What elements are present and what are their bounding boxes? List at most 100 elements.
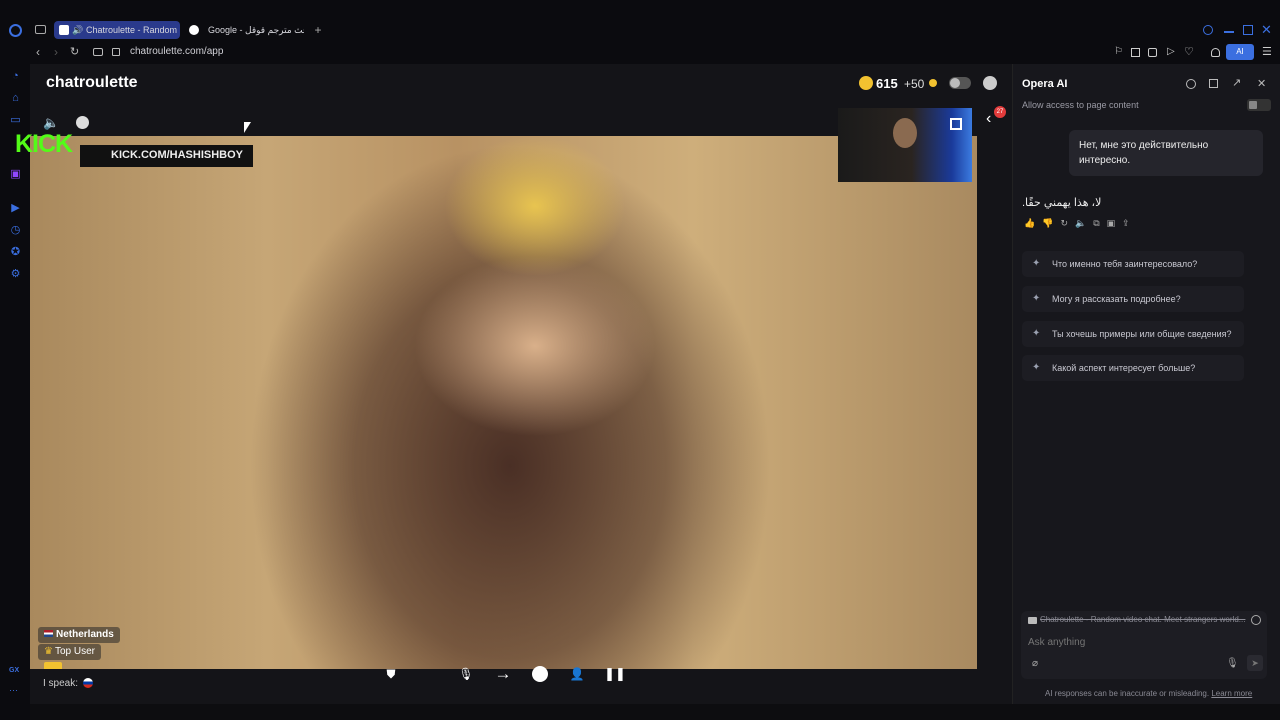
notification-badge: 27 bbox=[994, 106, 1006, 118]
voice-input-icon[interactable]: 🎙 bbox=[1226, 658, 1239, 669]
opera-ai-panel: Opera AI ↗ ✕ Allow access to page conten… bbox=[1012, 64, 1280, 704]
sidebar-messenger-icon[interactable]: ▭ bbox=[9, 114, 22, 127]
netherlands-flag-icon bbox=[44, 630, 53, 637]
wallet-icon[interactable] bbox=[1211, 48, 1220, 57]
bookmark-icon[interactable]: ⚐ bbox=[1114, 46, 1123, 57]
ai-button[interactable]: AI bbox=[1226, 44, 1254, 60]
page-access-label: Allow access to page content bbox=[1022, 100, 1139, 110]
thumbs-up-icon[interactable]: 👍 bbox=[1024, 218, 1042, 228]
context-info-icon[interactable] bbox=[1251, 615, 1261, 625]
level-badge-icon bbox=[44, 662, 62, 669]
address-bar: ‹ › ↻ chatroulette.com/app ⚐ ▷ ♡ AI ☰ bbox=[30, 42, 1280, 64]
partner-country: Netherlands bbox=[56, 629, 114, 640]
report-shield-button[interactable]: ⛊ bbox=[384, 667, 398, 681]
maximize-icon[interactable] bbox=[1243, 25, 1253, 35]
camera-icon[interactable] bbox=[93, 48, 103, 56]
search-tabs-icon[interactable] bbox=[1203, 25, 1213, 35]
suggestion-text: Могу я рассказать подробнее? bbox=[1052, 294, 1181, 304]
ai-ask-input[interactable] bbox=[1028, 633, 1228, 651]
sidebar-extensions-icon[interactable]: ✪ bbox=[9, 246, 22, 259]
pause-button[interactable]: ❚❚ bbox=[604, 666, 626, 682]
suggestion-chip[interactable]: ✦ Могу я рассказать подробнее? bbox=[1022, 286, 1244, 312]
image-icon[interactable]: ▣ bbox=[1107, 218, 1123, 228]
browser-tab-bar: 🔊 Chatroulette - Random Google - بحث متر… bbox=[0, 0, 1280, 42]
context-page-label: Chatroulette - Random video chat. Meet s… bbox=[1040, 615, 1246, 624]
attach-icon[interactable]: ⌀ bbox=[1032, 658, 1038, 669]
player-icon[interactable]: ▷ bbox=[1167, 46, 1175, 57]
ai-disclaimer: AI responses can be inaccurate or mislea… bbox=[1045, 689, 1252, 698]
open-external-icon[interactable]: ↗ bbox=[1232, 76, 1241, 89]
collapse-chat-icon[interactable]: ‹ bbox=[986, 110, 991, 128]
partner-rank: Top User bbox=[54, 646, 95, 657]
russian-flag-icon bbox=[82, 678, 93, 689]
add-friend-button[interactable]: 👤 bbox=[569, 666, 585, 682]
snapshot-icon[interactable] bbox=[1131, 48, 1140, 57]
sparkle-icon: ✦ bbox=[1032, 293, 1041, 304]
sidebar-player-icon[interactable]: ▶ bbox=[9, 202, 22, 215]
copy-chat-icon[interactable] bbox=[1209, 79, 1218, 88]
sparkle-icon: ✦ bbox=[1032, 328, 1041, 339]
emoji-icon[interactable] bbox=[1186, 79, 1196, 89]
tab-label: Google - بحث مترجم قوقل bbox=[208, 25, 304, 35]
microphone-button[interactable]: 🎙 bbox=[458, 667, 473, 681]
suggestion-chip[interactable]: ✦ Ты хочешь примеры или общие сведения? bbox=[1022, 321, 1244, 347]
thumbs-down-icon[interactable]: 👎 bbox=[1042, 218, 1060, 228]
tab-google-translate[interactable]: Google - بحث مترجم قوقل bbox=[184, 21, 304, 39]
speak-text: I speak: bbox=[43, 678, 79, 689]
suggestion-text: Ты хочешь примеры или общие сведения? bbox=[1052, 329, 1232, 339]
tab-label: Chatroulette - Random bbox=[86, 25, 178, 35]
chatroulette-favicon-icon bbox=[59, 25, 69, 35]
close-window-icon[interactable]: ✕ bbox=[1261, 22, 1272, 38]
copy-icon[interactable]: ⧉ bbox=[1093, 218, 1106, 228]
easy-setup-icon[interactable]: ☰ bbox=[1262, 45, 1272, 58]
opera-menu-icon[interactable] bbox=[9, 24, 22, 37]
new-tab-button[interactable]: + bbox=[312, 23, 324, 37]
page-access-toggle[interactable] bbox=[1247, 99, 1271, 111]
sidebar-more-icon[interactable]: ··· bbox=[9, 685, 18, 695]
volume-icon[interactable]: 🔈 bbox=[43, 115, 59, 131]
ai-reply: لا، هذا يهمني حقًا. bbox=[1022, 197, 1102, 209]
reply-actions: 👍👎↻🔈⧉▣⇪ bbox=[1024, 218, 1137, 229]
suggestion-chip[interactable]: ✦ Какой аспект интересует больше? bbox=[1022, 355, 1244, 381]
bonus-coin-icon bbox=[929, 79, 937, 87]
sidebar-history-icon[interactable]: ◷ bbox=[9, 224, 22, 237]
close-panel-icon[interactable]: ✕ bbox=[1257, 77, 1266, 90]
favorites-icon[interactable]: ♡ bbox=[1184, 45, 1194, 58]
suggestion-chip[interactable]: ✦ Что именно тебя заинтересовало? bbox=[1022, 251, 1244, 277]
forward-icon[interactable]: › bbox=[54, 45, 58, 59]
tab-overview-icon[interactable] bbox=[35, 25, 46, 34]
minimize-icon[interactable] bbox=[1224, 31, 1234, 33]
theme-toggle[interactable] bbox=[949, 77, 971, 89]
reload-icon[interactable]: ↻ bbox=[70, 45, 79, 58]
kick-url: KICK.COM/HASHISHBOY bbox=[111, 149, 244, 161]
learn-more-link[interactable]: Learn more bbox=[1211, 689, 1252, 698]
extension-icon[interactable] bbox=[1148, 48, 1157, 57]
self-face bbox=[893, 118, 917, 148]
tab-chatroulette[interactable]: 🔊 Chatroulette - Random bbox=[54, 21, 180, 39]
sidebar-speed-dial-icon[interactable]: ◔ bbox=[9, 70, 22, 83]
fullscreen-icon[interactable] bbox=[950, 118, 962, 130]
lock-icon bbox=[112, 48, 120, 56]
kick-url-banner: KICK.COM/HASHISHBOY bbox=[80, 145, 253, 167]
bonus-label: +50 bbox=[904, 77, 925, 91]
back-icon[interactable]: ‹ bbox=[36, 45, 40, 59]
share-icon[interactable]: ⇪ bbox=[1122, 218, 1137, 228]
sidebar-gx-label: GX bbox=[9, 667, 20, 674]
read-aloud-icon[interactable]: 🔈 bbox=[1075, 218, 1093, 228]
profile-icon[interactable] bbox=[983, 76, 997, 90]
sidebar-gx-icon[interactable]: ⌂ bbox=[9, 92, 22, 105]
sidebar-twitch-icon[interactable]: ▣ bbox=[9, 168, 22, 181]
url-field[interactable]: chatroulette.com/app bbox=[130, 46, 223, 57]
chat-button[interactable] bbox=[532, 666, 548, 682]
regenerate-icon[interactable]: ↻ bbox=[1060, 218, 1075, 228]
sparkle-icon: ✦ bbox=[1032, 258, 1041, 269]
next-partner-button[interactable]: → bbox=[494, 664, 512, 683]
mask-icon[interactable] bbox=[76, 116, 89, 129]
app-logo[interactable]: chatroulette bbox=[46, 74, 138, 92]
coin-balance: 615 bbox=[876, 76, 898, 91]
send-button[interactable]: ➤ bbox=[1247, 655, 1263, 671]
sidebar-settings-icon[interactable]: ⚙ bbox=[9, 268, 22, 281]
partner-country-badge: Netherlands bbox=[38, 627, 120, 643]
ai-panel-title: Opera AI bbox=[1022, 78, 1068, 90]
suggestion-text: Какой аспект интересует больше? bbox=[1052, 363, 1196, 373]
